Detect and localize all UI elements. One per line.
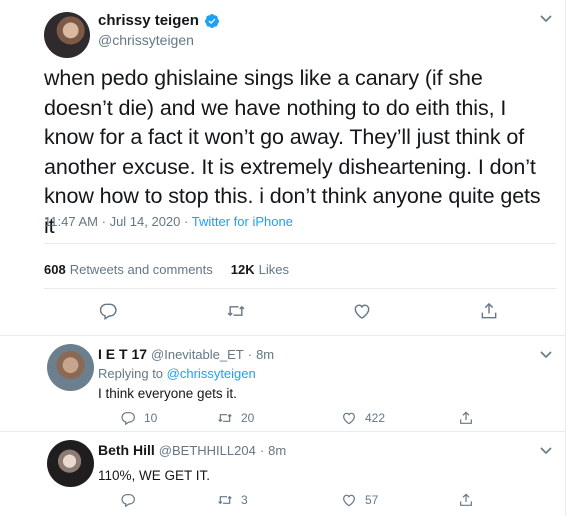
like-button[interactable]: 422: [341, 410, 385, 426]
tweet-source[interactable]: Twitter for iPhone: [192, 214, 293, 229]
tweet-date[interactable]: Jul 14, 2020: [110, 214, 181, 229]
like-icon: [343, 494, 355, 507]
reply-icon: [121, 494, 135, 508]
reply-author-handle[interactable]: @Inevitable_ET: [151, 347, 244, 362]
engagement-stats: 608 Retweets and comments 12K Likes: [44, 262, 289, 277]
meta-separator: ·: [101, 214, 106, 229]
verified-badge-icon: [204, 13, 219, 28]
like-icon[interactable]: [351, 300, 373, 322]
retweet-count: 20: [241, 411, 255, 425]
reply-header: I E T 17 @Inevitable_ET · 8m: [98, 346, 274, 362]
reply-text: 110%, WE GET IT.: [98, 468, 211, 483]
share-icon: [460, 411, 472, 424]
main-tweet: chrissy teigen @chrissyteigen when pedo …: [0, 0, 566, 336]
avatar[interactable]: [47, 440, 94, 487]
reply-button[interactable]: 10: [120, 410, 157, 426]
meta-separator: ·: [259, 443, 265, 458]
reply-button[interactable]: [120, 492, 144, 508]
meta-separator: ·: [247, 347, 253, 362]
divider: [44, 288, 556, 289]
like-count: 422: [365, 411, 386, 425]
avatar[interactable]: [47, 344, 94, 391]
avatar[interactable]: [44, 12, 90, 58]
reply-author-name[interactable]: I E T 17: [98, 346, 147, 362]
author-name-row: chrissy teigen: [98, 12, 220, 29]
reply-action-bar: 3 57: [0, 492, 566, 510]
retweet-count: 3: [241, 493, 248, 507]
reply-header: Beth Hill @BETHHILL204 · 8m: [98, 442, 286, 458]
retweet-button[interactable]: 20: [217, 410, 254, 426]
reply-icon: [121, 412, 135, 426]
retweet-icon[interactable]: [225, 300, 247, 322]
reply-icon[interactable]: [97, 300, 119, 322]
reply-action-bar: 10 20 422: [0, 410, 566, 428]
chevron-down-icon[interactable]: [539, 14, 553, 24]
meta-separator: ·: [184, 214, 189, 229]
reply-time[interactable]: 8m: [256, 347, 274, 362]
likes-label: Likes: [258, 262, 289, 277]
like-icon: [343, 412, 355, 425]
reply-author-handle[interactable]: @BETHHILL204: [159, 443, 256, 458]
chevron-down-icon[interactable]: [539, 350, 553, 360]
like-button[interactable]: 57: [341, 492, 378, 508]
replying-prefix: Replying to: [98, 366, 164, 381]
replying-mention[interactable]: @chrissyteigen: [167, 366, 256, 381]
retweet-icon: [218, 413, 232, 423]
reply-tweet[interactable]: I E T 17 @Inevitable_ET · 8m Replying to…: [0, 336, 566, 432]
retweets-stat[interactable]: 608 Retweets and comments: [44, 262, 213, 277]
share-button[interactable]: [458, 492, 474, 508]
divider: [44, 243, 556, 244]
retweet-icon: [218, 495, 232, 505]
tweet-time[interactable]: 11:47 AM: [44, 214, 98, 229]
author-handle[interactable]: @chrissyteigen: [98, 32, 194, 48]
retweets-label: Retweets and comments: [69, 262, 213, 277]
share-icon: [460, 493, 472, 506]
reply-count: 10: [144, 411, 158, 425]
like-count: 57: [365, 493, 379, 507]
chevron-down-icon[interactable]: [539, 446, 553, 456]
scrollbar-track[interactable]: [566, 0, 576, 516]
author-name[interactable]: chrissy teigen: [98, 12, 199, 29]
likes-stat[interactable]: 12K Likes: [231, 262, 289, 277]
reply-text: I think everyone gets it.: [98, 386, 237, 401]
share-button[interactable]: [458, 410, 474, 426]
retweet-button[interactable]: 3: [217, 492, 248, 508]
share-icon[interactable]: [478, 300, 500, 322]
retweets-count: 608: [44, 262, 66, 277]
tweet-action-bar: [0, 300, 566, 326]
likes-count: 12K: [230, 262, 255, 277]
reply-author-name[interactable]: Beth Hill: [98, 442, 155, 458]
reply-tweet[interactable]: Beth Hill @BETHHILL204 · 8m 110%, WE GET…: [0, 432, 566, 516]
tweet-detail-view: chrissy teigen @chrissyteigen when pedo …: [0, 0, 566, 516]
reply-time[interactable]: 8m: [268, 443, 286, 458]
replying-to: Replying to @chrissyteigen: [98, 366, 256, 381]
tweet-meta: 11:47 AM · Jul 14, 2020 · Twitter for iP…: [44, 214, 293, 229]
